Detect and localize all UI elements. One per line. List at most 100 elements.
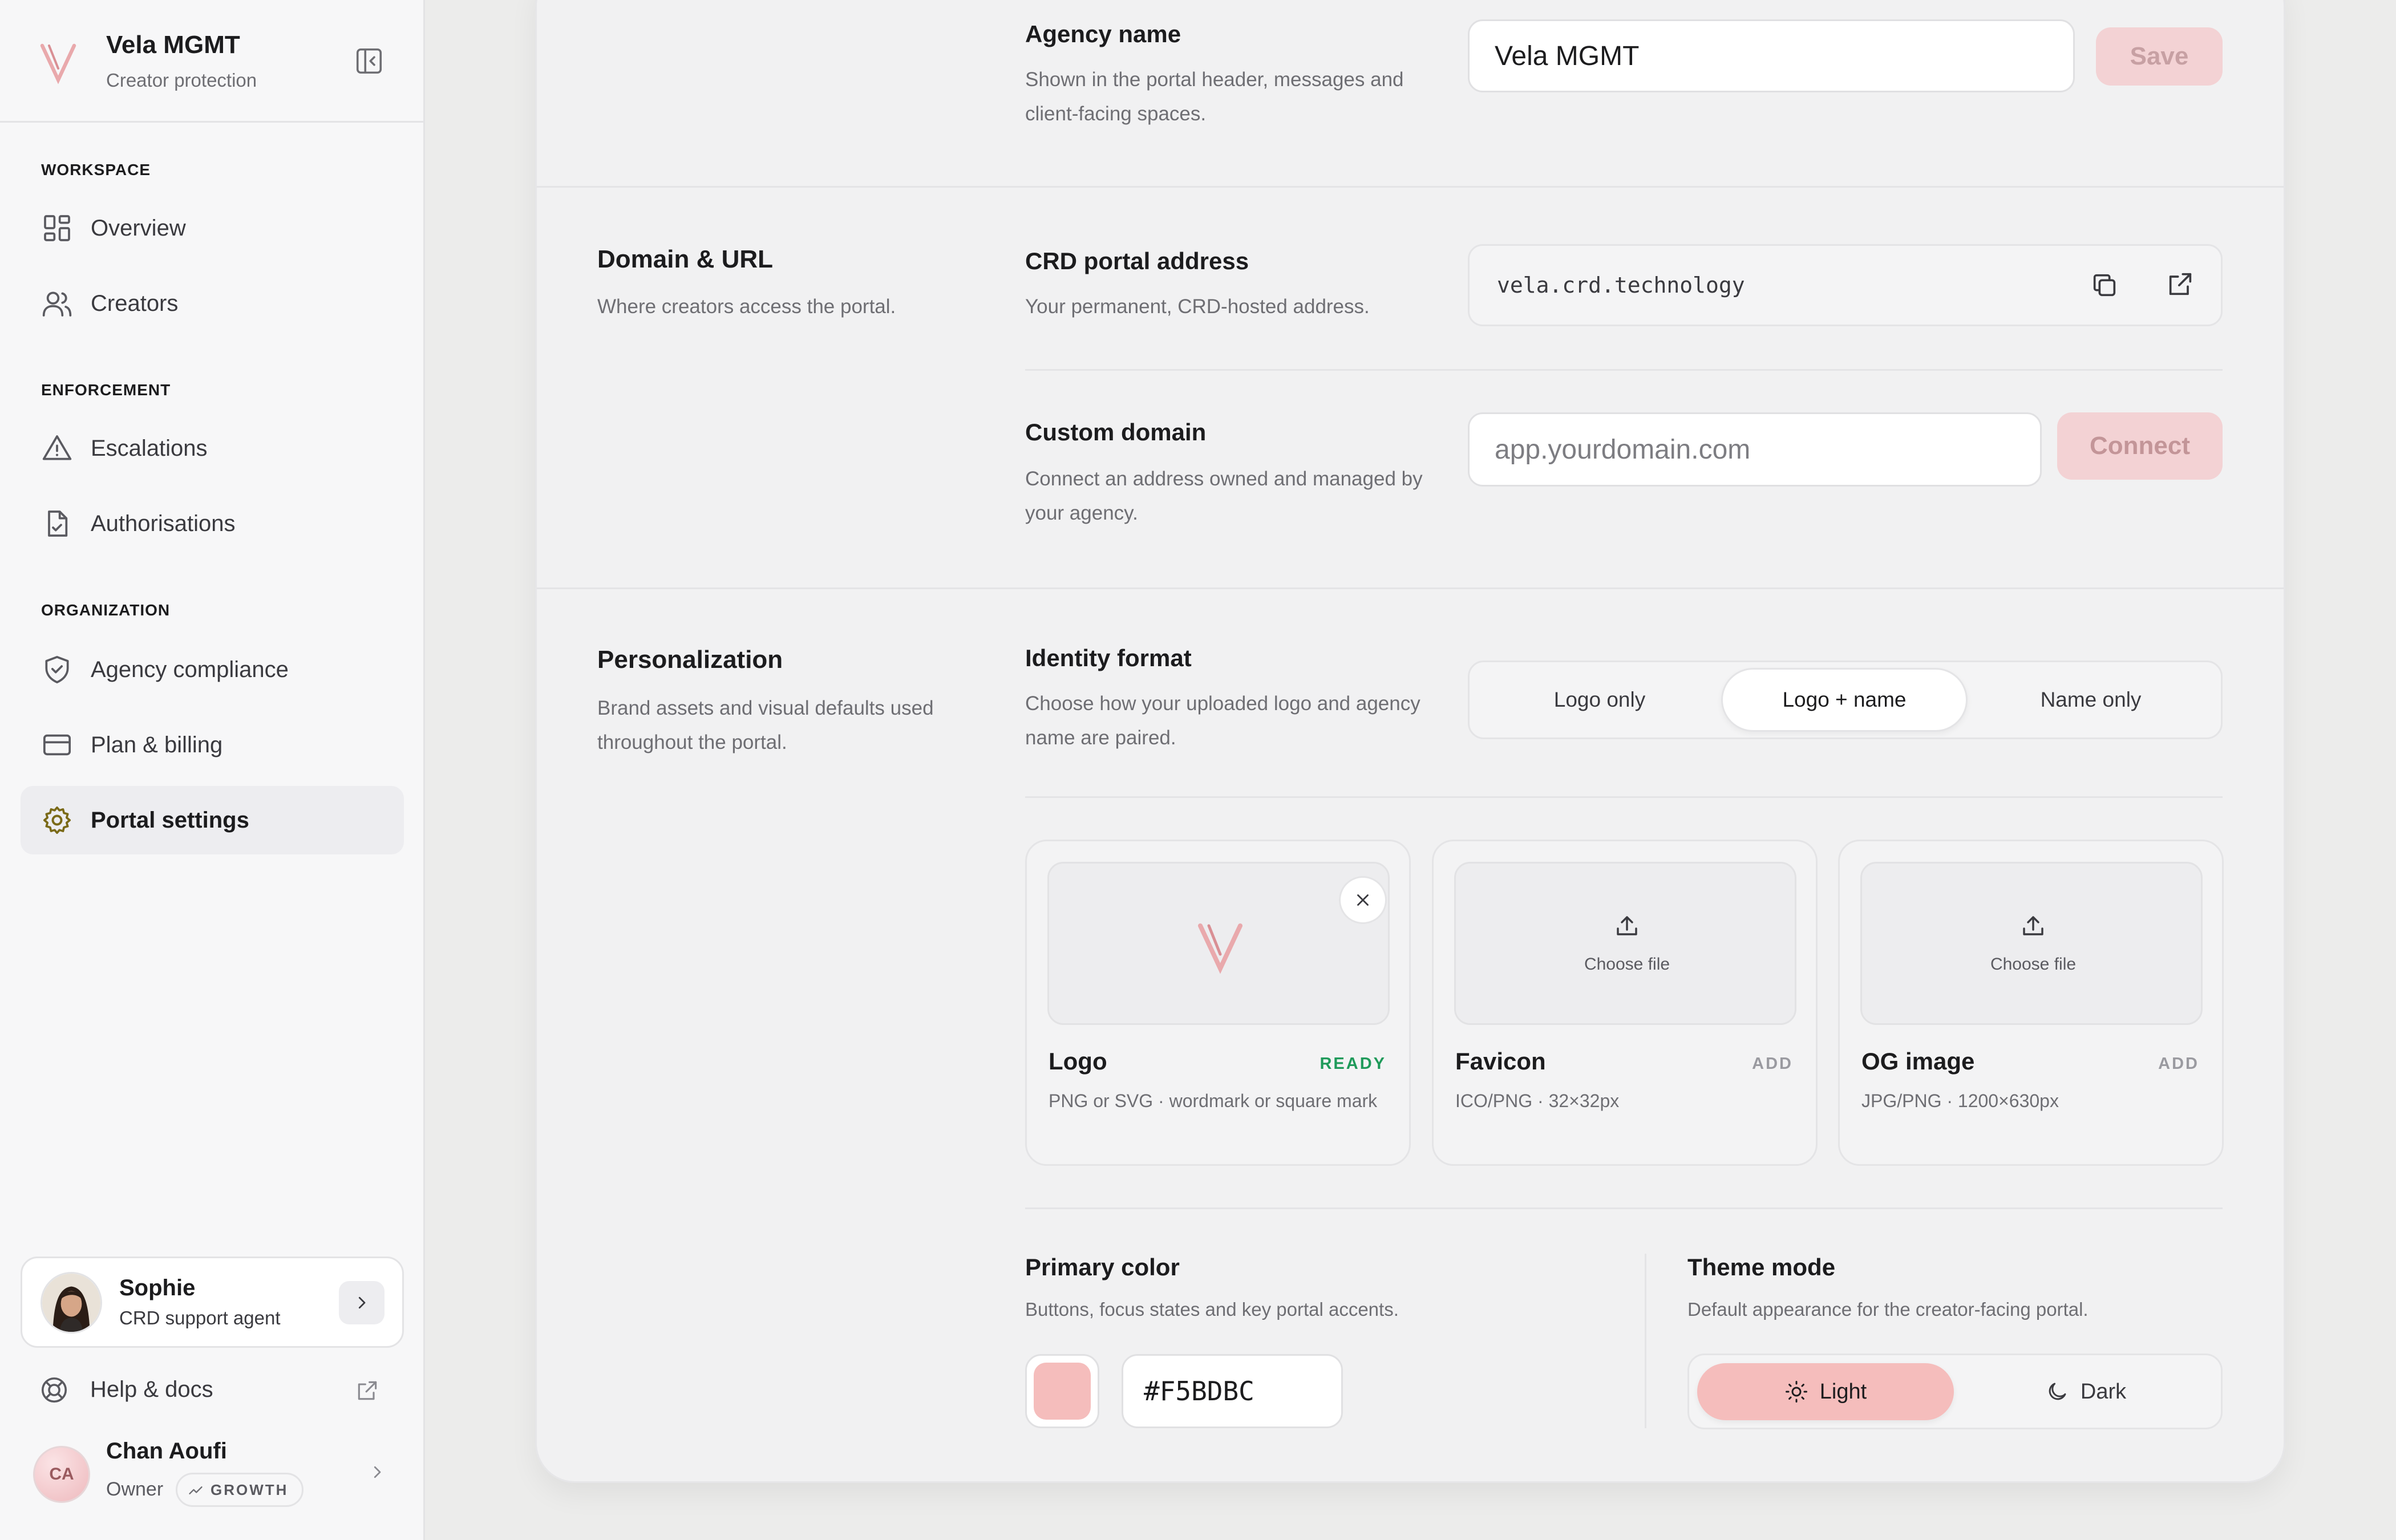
section-divider	[537, 186, 2284, 188]
help-docs-link[interactable]: Help & docs	[21, 1364, 404, 1416]
favicon-asset-description: ICO/PNG · 32×32px	[1455, 1091, 1620, 1111]
sidebar-item-label: Authorisations	[91, 510, 236, 536]
collapse-sidebar-icon[interactable]	[354, 46, 385, 76]
sidebar-divider	[0, 121, 423, 123]
plan-badge: GROWTH	[176, 1473, 304, 1507]
sidebar: Vela MGMT Creator protection WORKSPACE O…	[0, 0, 425, 1540]
primary-color-description: Buttons, focus states and key portal acc…	[1025, 1299, 1399, 1320]
user-role: Owner	[106, 1478, 164, 1500]
sidebar-item-label: Plan & billing	[91, 732, 223, 757]
document-check-icon	[48, 510, 68, 537]
personalization-section-title: Personalization	[597, 646, 783, 674]
gear-icon	[43, 806, 71, 834]
sidebar-item-label: Escalations	[91, 435, 208, 461]
field-divider	[1025, 369, 2223, 371]
theme-option-light[interactable]: Light	[1697, 1363, 1954, 1420]
vela-logo-preview-icon	[1198, 923, 1242, 974]
custom-domain-input[interactable]: app.yourdomain.com	[1468, 412, 2042, 487]
agency-name-input[interactable]: Vela MGMT	[1468, 19, 2075, 92]
brand-tagline: Creator protection	[106, 70, 257, 91]
help-docs-label: Help & docs	[90, 1377, 213, 1402]
trend-icon	[189, 1486, 203, 1494]
theme-option-label: Light	[1819, 1379, 1867, 1404]
sidebar-item-agency-compliance[interactable]: Agency compliance	[21, 635, 404, 704]
external-link-icon	[2169, 273, 2192, 295]
field-divider	[1025, 1207, 2223, 1209]
portal-address-value: vela.crd.technology	[1497, 273, 1745, 298]
vela-logo-icon	[40, 43, 76, 84]
user-menu-chevron-icon[interactable]	[369, 1464, 386, 1481]
copy-icon	[2093, 274, 2116, 297]
identity-format-description: Choose how your uploaded logo and agency…	[1025, 692, 1420, 749]
support-agent-card[interactable]: Sophie CRD support agent	[21, 1257, 404, 1348]
sidebar-item-plan-billing[interactable]: Plan & billing	[21, 711, 404, 779]
copy-button[interactable]	[2086, 267, 2123, 303]
favicon-asset-card: Choose file Favicon ADD ICO/PNG · 32×32p…	[1432, 840, 1818, 1166]
agent-role: CRD support agent	[119, 1307, 281, 1328]
grid-icon	[44, 215, 70, 241]
sidebar-item-label: Overview	[91, 215, 186, 241]
vertical-divider	[1645, 1254, 1646, 1428]
logo-asset-title: Logo	[1049, 1048, 1107, 1075]
identity-option-logo-name[interactable]: Logo + name	[1721, 668, 1968, 732]
logo-status-badge: READY	[1320, 1055, 1386, 1073]
color-swatch-button[interactable]	[1025, 1354, 1099, 1428]
field-divider	[1025, 796, 2223, 798]
identity-option-logo-only[interactable]: Logo only	[1476, 668, 1723, 732]
close-icon	[1357, 894, 1369, 906]
portal-address-description: Your permanent, CRD-hosted address.	[1025, 295, 1370, 318]
sidebar-item-overview[interactable]: Overview	[21, 194, 404, 262]
open-portal-button[interactable]	[2162, 266, 2199, 302]
brand-name: Vela MGMT	[106, 31, 240, 59]
sidebar-item-escalations[interactable]: Escalations	[21, 414, 404, 483]
favicon-asset-title: Favicon	[1455, 1048, 1546, 1075]
remove-logo-button[interactable]	[1339, 876, 1387, 924]
connect-button[interactable]: Connect	[2057, 412, 2223, 480]
plan-badge-label: GROWTH	[211, 1481, 289, 1498]
domain-section-title: Domain & URL	[597, 245, 773, 273]
sidebar-item-authorisations[interactable]: Authorisations	[21, 489, 404, 558]
chevron-right-icon	[358, 1296, 366, 1309]
agent-avatar	[41, 1272, 102, 1334]
identity-format-title: Identity format	[1025, 645, 1192, 671]
sidebar-item-portal-settings[interactable]: Portal settings	[21, 786, 404, 854]
favicon-status-badge: ADD	[1752, 1055, 1793, 1073]
color-swatch	[1034, 1363, 1091, 1420]
save-button[interactable]: Save	[2096, 27, 2223, 86]
sun-icon	[1785, 1381, 1807, 1403]
sidebar-item-creators[interactable]: Creators	[21, 269, 404, 338]
favicon-dropzone[interactable]: Choose file	[1454, 862, 1796, 1025]
theme-mode-description: Default appearance for the creator-facin…	[1687, 1299, 2089, 1320]
nav-section-enforcement: ENFORCEMENT	[41, 381, 171, 399]
theme-mode-toggle: Light Dark	[1687, 1353, 2223, 1429]
primary-color-hex-input[interactable]: #F5BDBC	[1122, 1354, 1343, 1428]
favicon-choose-file: Choose file	[1584, 955, 1670, 974]
sidebar-item-label: Portal settings	[91, 807, 249, 833]
agency-name-title: Agency name	[1025, 21, 1181, 47]
theme-option-dark[interactable]: Dark	[1957, 1363, 2214, 1420]
credit-card-icon	[43, 734, 71, 756]
upload-icon	[1617, 916, 1637, 935]
sidebar-item-label: Agency compliance	[91, 656, 289, 682]
theme-option-label: Dark	[2080, 1379, 2127, 1404]
og-image-status-badge: ADD	[2158, 1055, 2199, 1073]
theme-mode-title: Theme mode	[1687, 1254, 1836, 1280]
domain-section-description: Where creators access the portal.	[597, 295, 896, 318]
logo-dropzone[interactable]	[1047, 862, 1390, 1025]
identity-option-name-only[interactable]: Name only	[1968, 668, 2214, 732]
agency-name-description: Shown in the portal header, messages and…	[1025, 68, 1404, 125]
agent-name: Sophie	[119, 1275, 196, 1300]
custom-domain-title: Custom domain	[1025, 419, 1207, 445]
warning-icon	[42, 435, 72, 460]
og-image-dropzone[interactable]: Choose file	[1860, 862, 2203, 1025]
primary-color-title: Primary color	[1025, 1254, 1180, 1280]
lifebuoy-icon	[41, 1377, 67, 1403]
logo-asset-description: PNG or SVG · wordmark or square mark	[1049, 1091, 1378, 1111]
user-avatar: CA	[33, 1446, 90, 1503]
users-icon	[42, 291, 72, 317]
external-link-icon	[358, 1381, 377, 1400]
portal-address-title: CRD portal address	[1025, 248, 1249, 274]
identity-format-selector: Logo only Logo + name Name only	[1468, 660, 2223, 739]
agent-open-button[interactable]	[339, 1281, 385, 1324]
nav-section-organization: ORGANIZATION	[41, 601, 171, 619]
